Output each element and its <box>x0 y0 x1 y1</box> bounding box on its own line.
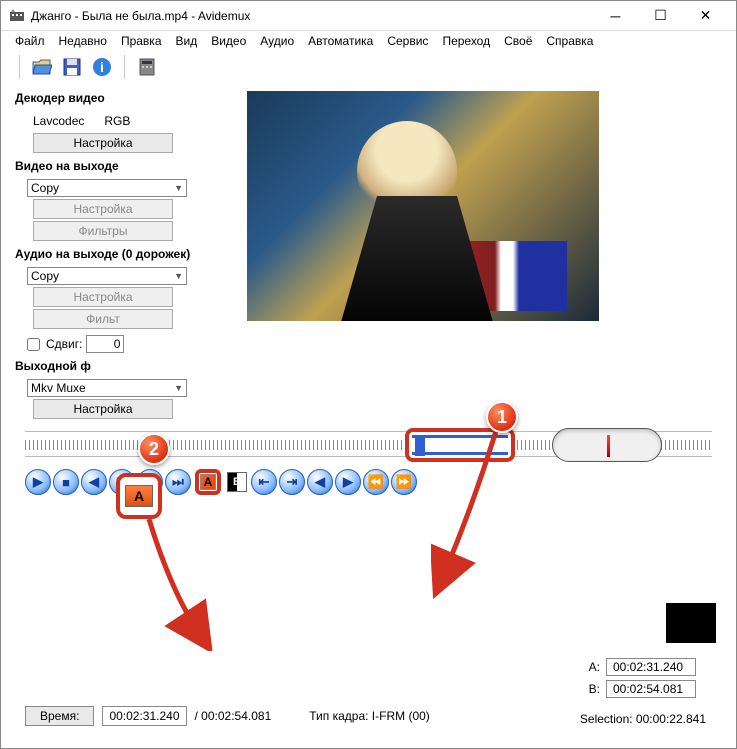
output-format-settings-button[interactable]: Настройка <box>33 399 173 419</box>
shift-checkbox[interactable] <box>27 338 40 351</box>
marker-a-label: A: <box>589 660 600 674</box>
menu-help[interactable]: Справка <box>546 34 593 48</box>
marker-b-value: 00:02:54.081 <box>606 680 696 698</box>
next-keyframe-button[interactable]: ⏭ <box>165 469 191 495</box>
video-out-filters-button[interactable]: Фильтры <box>33 221 173 241</box>
annotation-callout-2: 2 <box>138 433 170 465</box>
menu-bar: Файл Недавно Правка Вид Видео Аудио Авто… <box>1 31 736 51</box>
app-icon <box>9 8 25 24</box>
marker-a-value: 00:02:31.240 <box>606 658 696 676</box>
decoder-title: Декодер видео <box>15 91 235 105</box>
first-frame-button[interactable]: ⏪ <box>363 469 389 495</box>
menu-view[interactable]: Вид <box>176 34 198 48</box>
total-time-label: / 00:02:54.081 <box>195 709 272 723</box>
stop-button[interactable]: ■ <box>53 469 79 495</box>
menu-audio[interactable]: Аудио <box>260 34 294 48</box>
goto-marker-b-button[interactable]: ⇥ <box>279 469 305 495</box>
shift-value[interactable]: 0 <box>86 335 124 353</box>
selection-label: Selection: 00:00:22.841 <box>580 712 706 726</box>
chevron-down-icon: ▼ <box>174 271 183 281</box>
goto-marker-a-button[interactable]: ⇤ <box>251 469 277 495</box>
menu-auto[interactable]: Автоматика <box>308 34 373 48</box>
save-button[interactable] <box>60 55 84 79</box>
set-marker-b-button[interactable]: B <box>227 472 247 492</box>
open-button[interactable] <box>30 55 54 79</box>
svg-text:i: i <box>100 59 104 75</box>
menu-recent[interactable]: Недавно <box>59 34 107 48</box>
marker-b-label: B: <box>589 682 600 696</box>
timeline-nav-capsule[interactable] <box>552 428 662 462</box>
video-out-settings-button[interactable]: Настройка <box>33 199 173 219</box>
time-button[interactable]: Время: <box>25 706 94 726</box>
output-format-title: Выходной ф <box>15 359 235 373</box>
shift-label: Сдвиг: <box>46 337 82 351</box>
annotation-arrow-1 <box>431 421 511 601</box>
close-button[interactable]: ✕ <box>683 2 728 30</box>
info-button[interactable]: i <box>90 55 114 79</box>
frame-type-label: Тип кадра: I-FRM (00) <box>309 709 430 723</box>
menu-edit[interactable]: Правка <box>121 34 162 48</box>
annotation-callout-1: 1 <box>486 401 518 433</box>
audio-out-select[interactable]: Copy▼ <box>27 267 187 285</box>
annotation-marker-a-box: A <box>116 473 162 519</box>
video-out-title: Видео на выходе <box>15 159 235 173</box>
calculator-button[interactable] <box>135 55 159 79</box>
toolbar: i <box>1 51 736 85</box>
minimize-button[interactable]: ─ <box>593 2 638 30</box>
window-title: Джанго - Была не была.mp4 - Avidemux <box>31 9 593 23</box>
thumbnail-box <box>666 603 716 643</box>
menu-service[interactable]: Сервис <box>387 34 428 48</box>
prev-black-button[interactable]: ◀ <box>307 469 333 495</box>
audio-out-title: Аудио на выходе (0 дорожек) <box>15 247 235 261</box>
annotation-arrow-2 <box>141 511 241 651</box>
audio-out-settings-button[interactable]: Настройка <box>33 287 173 307</box>
set-marker-a-button[interactable]: A <box>195 469 221 495</box>
timeline-scrubber[interactable] <box>25 431 712 457</box>
audio-out-filters-button[interactable]: Фильт <box>33 309 173 329</box>
video-out-select[interactable]: Copy▼ <box>27 179 187 197</box>
play-button[interactable]: ▶ <box>25 469 51 495</box>
video-preview <box>247 91 599 321</box>
next-black-button[interactable]: ▶ <box>335 469 361 495</box>
last-frame-button[interactable]: ⏩ <box>391 469 417 495</box>
decoder-codec: Lavcodec <box>33 114 84 128</box>
output-format-select[interactable]: Mkv Muxe▼ <box>27 379 187 397</box>
decoder-settings-button[interactable]: Настройка <box>33 133 173 153</box>
menu-video[interactable]: Видео <box>211 34 246 48</box>
prev-frame-button[interactable]: ◀ <box>81 469 107 495</box>
menu-file[interactable]: Файл <box>15 34 45 48</box>
chevron-down-icon: ▼ <box>174 383 183 393</box>
chevron-down-icon: ▼ <box>174 183 183 193</box>
decoder-colorspace: RGB <box>104 114 130 128</box>
maximize-button[interactable]: ☐ <box>638 2 683 30</box>
menu-goto[interactable]: Переход <box>442 34 490 48</box>
menu-custom[interactable]: Своё <box>504 34 532 48</box>
current-time-field[interactable]: 00:02:31.240 <box>102 706 186 726</box>
